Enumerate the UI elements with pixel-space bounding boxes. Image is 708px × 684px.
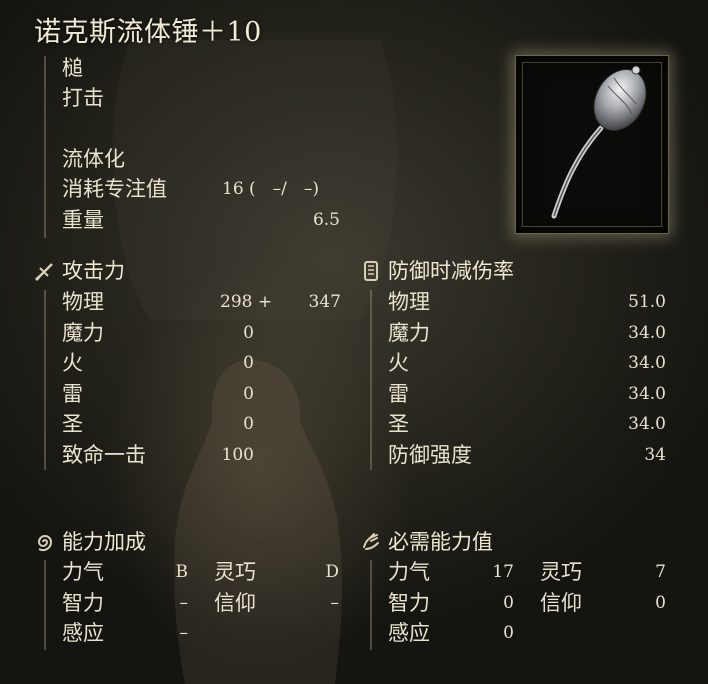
attack-row-value: 0 — [243, 383, 254, 404]
skill-name-label: 流体化 — [62, 147, 125, 171]
requirements-header-label: 必需能力值 — [388, 530, 493, 554]
weapon-image-frame — [515, 55, 669, 234]
attack-row-label: 火 — [62, 351, 83, 375]
requirement-row: 智力 0 信仰 0 — [388, 588, 668, 618]
attack-row: 魔力 0 — [62, 318, 347, 348]
weight-row: 重量 6.5 — [62, 205, 362, 235]
requirements-divider — [370, 560, 372, 650]
requirement-stat-value: 17 — [492, 562, 514, 582]
guard-row: 圣 34.0 — [388, 409, 668, 439]
attack-row: 火0 — [62, 348, 347, 378]
guard-row: 雷 34.0 — [388, 379, 668, 409]
weapon-type-label: 槌 — [62, 56, 83, 80]
attack-row-value: 0 — [243, 414, 254, 434]
scaling-header-label: 能力加成 — [62, 530, 146, 554]
guard-row: 物理 51.0 — [388, 287, 668, 317]
guard-row-label: 魔力 — [388, 320, 430, 345]
fp-cost-label: 消耗专注值 — [62, 177, 167, 201]
attack-row: 致命一击 100 — [62, 440, 347, 470]
attack-header-label: 攻击力 — [62, 259, 125, 283]
guard-header-label: 防御时减伤率 — [388, 259, 514, 283]
crossed-sword-icon — [34, 263, 53, 282]
fp-cost-value: 16 ( –/ –) — [222, 179, 320, 199]
attack-divider — [44, 290, 46, 470]
scaling-stat-label: 力气 — [62, 560, 104, 584]
attack-row-value: 0 — [243, 353, 254, 373]
guard-row: 火 34.0 — [388, 348, 668, 378]
damage-type-label: 打击 — [62, 86, 104, 110]
scaling-header: 能力加成 — [37, 527, 146, 557]
requirement-row: 感应 0 — [388, 618, 668, 648]
scaling-stat-grade: – — [179, 623, 189, 643]
damage-type: 打击 — [62, 83, 362, 113]
guard-row-label: 雷 — [388, 381, 409, 406]
attack-row-value: 100 — [221, 444, 254, 465]
attack-row: 圣0 — [62, 409, 347, 439]
weight-label: 重量 — [62, 208, 104, 232]
attack-row: 物理 298 + 347 — [62, 287, 347, 317]
requirement-stat-label: 感应 — [388, 621, 430, 645]
requirement-stat-label: 信仰 — [540, 590, 582, 615]
requirements-header: 必需能力值 — [363, 527, 493, 557]
info-divider — [44, 56, 46, 238]
attack-row-label: 魔力 — [62, 320, 104, 345]
guard-row-value: 34 — [644, 444, 666, 465]
fp-cost-row: 消耗专注值 16 ( –/ –) — [62, 174, 362, 204]
scaling-stat-grade: – — [330, 592, 340, 613]
scaling-stat-grade: B — [175, 562, 189, 582]
guard-row-label: 防御强度 — [388, 442, 472, 467]
requirement-stat-label: 灵巧 — [540, 560, 582, 584]
scaling-stat-grade: D — [325, 562, 339, 582]
skill-name: 流体化 — [62, 144, 362, 174]
scaling-divider — [44, 560, 46, 650]
requirement-stat-value: 0 — [655, 592, 666, 613]
requirement-stat-label: 力气 — [388, 560, 430, 584]
requirement-stat-value: 0 — [503, 592, 514, 613]
weapon-type: 槌 — [62, 53, 362, 83]
attack-row-bonus: 347 — [308, 292, 341, 312]
hand-icon — [363, 533, 379, 550]
requirement-row: 力气 17 灵巧 7 — [388, 557, 668, 587]
guard-row-value: 34.0 — [628, 322, 666, 343]
weapon-title: 诺克斯流体锤＋10 — [34, 17, 262, 48]
requirement-stat-value: 7 — [655, 562, 666, 582]
guard-header: 防御时减伤率 — [364, 256, 514, 286]
weight-value: 6.5 — [312, 210, 340, 230]
guard-row-value: 51.0 — [628, 292, 666, 312]
requirement-stat-value: 0 — [503, 623, 514, 643]
scaling-stat-grade: – — [179, 592, 189, 613]
requirement-stat-label: 智力 — [388, 590, 430, 615]
guard-row-label: 物理 — [388, 290, 430, 314]
attack-row-label: 圣 — [62, 412, 83, 436]
guard-row-label: 火 — [388, 351, 409, 375]
attack-row-value: 0 — [243, 322, 254, 343]
shield-icon — [364, 261, 378, 281]
scaling-row: 力气 B 灵巧 D — [62, 557, 347, 587]
scaling-row: 感应 – — [62, 618, 347, 648]
attack-row-label: 致命一击 — [62, 442, 146, 467]
scaling-stat-label: 智力 — [62, 590, 104, 615]
guard-row-value: 34.0 — [628, 414, 666, 434]
scaling-stat-label: 信仰 — [214, 590, 256, 615]
scaling-row: 智力 – 信仰 – — [62, 588, 347, 618]
hammer-image — [551, 65, 647, 219]
scaling-stat-label: 感应 — [62, 621, 104, 645]
scaling-stat-label: 灵巧 — [214, 560, 256, 584]
attack-row-label: 雷 — [62, 381, 83, 406]
guard-row-value: 34.0 — [628, 383, 666, 404]
spiral-icon — [37, 535, 53, 552]
guard-row-label: 圣 — [388, 412, 409, 436]
guard-row-value: 34.0 — [628, 353, 666, 373]
guard-divider — [370, 290, 372, 470]
attack-row-base: 298 + — [220, 292, 273, 312]
attack-row-label: 物理 — [62, 290, 104, 314]
attack-row: 雷0 — [62, 379, 347, 409]
guard-row: 防御强度 34 — [388, 440, 668, 470]
guard-row: 魔力 34.0 — [388, 318, 668, 348]
attack-header: 攻击力 — [34, 256, 125, 286]
